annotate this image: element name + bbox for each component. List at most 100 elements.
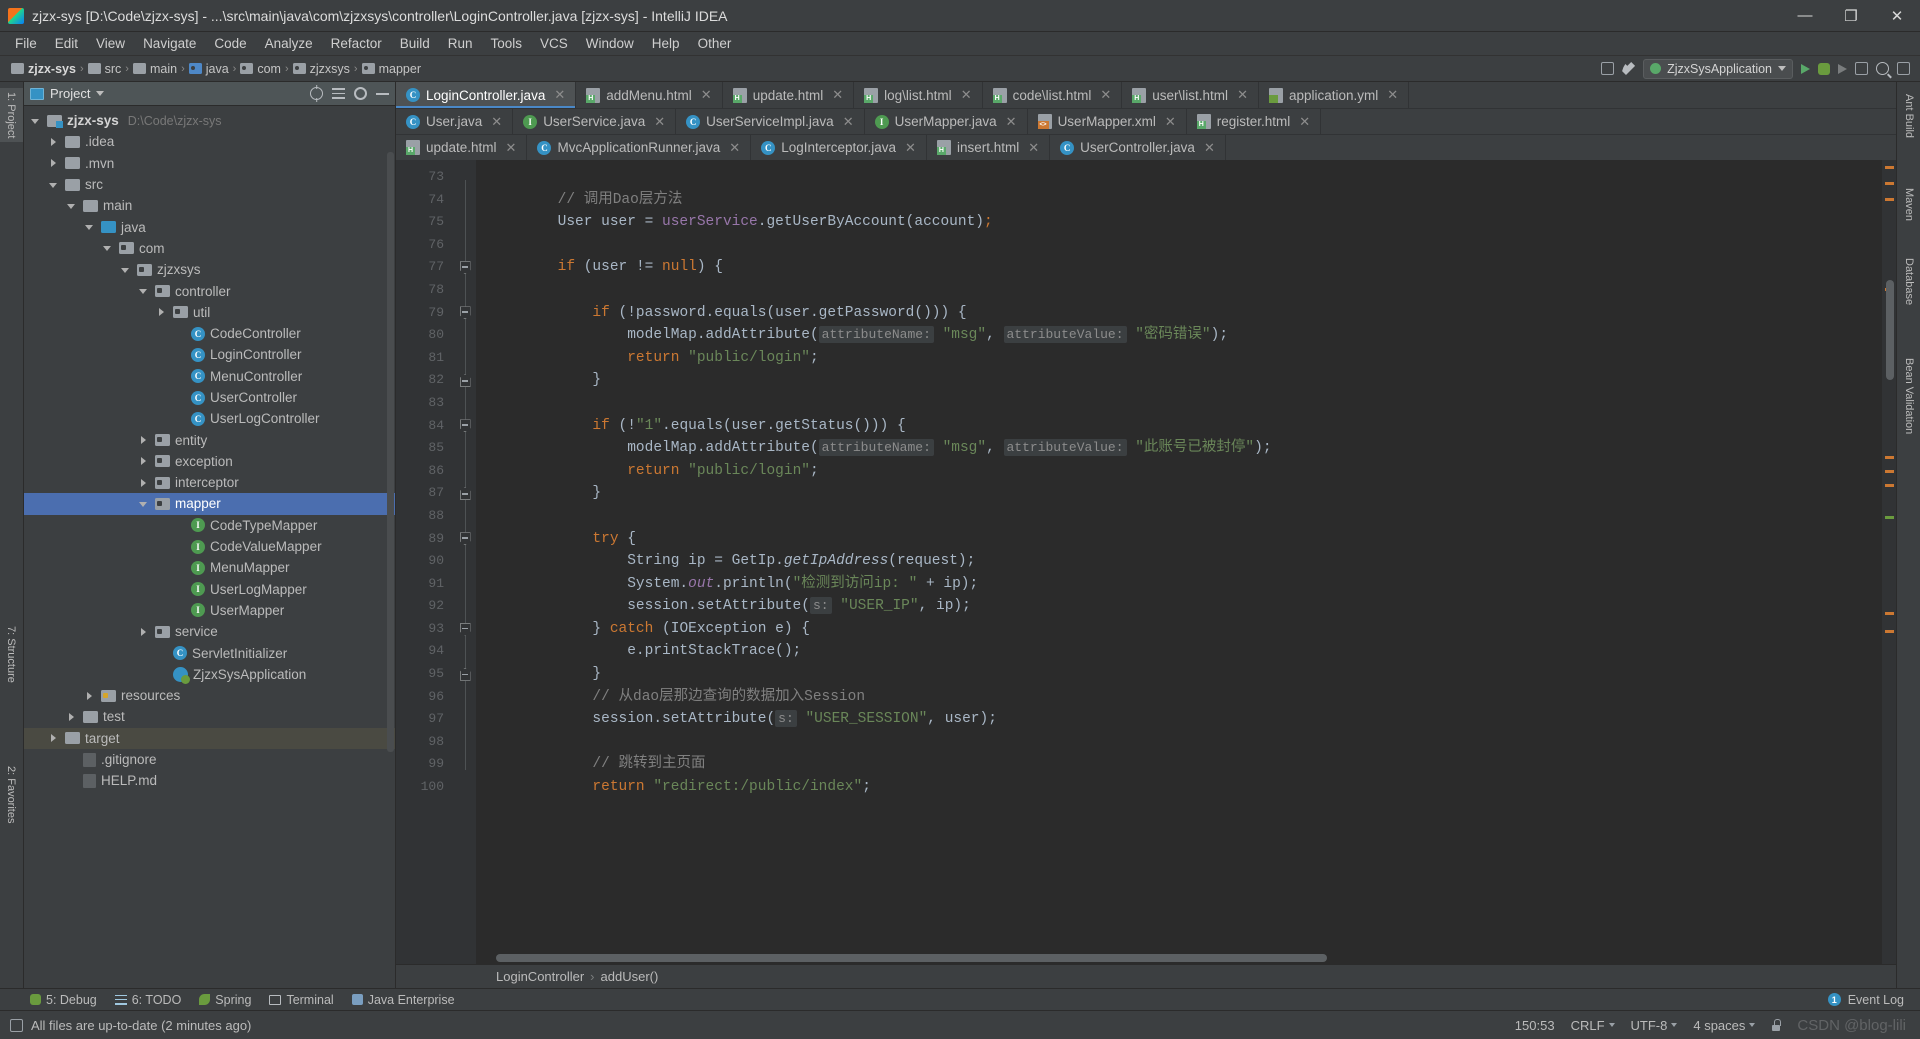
chevron-right-icon[interactable] <box>48 732 60 744</box>
tree-node-mapper[interactable]: mapper <box>24 493 395 515</box>
close-button[interactable]: ✕ <box>1874 0 1920 32</box>
chevron-down-icon[interactable] <box>138 285 150 297</box>
fold-collapse-icon[interactable] <box>460 419 471 432</box>
tool-tab-maven[interactable]: Maven <box>1897 182 1920 227</box>
menu-item-analyze[interactable]: Analyze <box>256 34 322 53</box>
tree-node-service[interactable]: service <box>24 621 395 642</box>
tree-node-usermapper[interactable]: I UserMapper <box>24 600 395 621</box>
fold-collapse-icon[interactable] <box>460 532 471 545</box>
chevron-right-icon[interactable] <box>84 690 96 702</box>
indent-setting[interactable]: 4 spaces <box>1693 1018 1756 1033</box>
chevron-right-icon[interactable] <box>138 455 150 467</box>
chevron-down-icon[interactable] <box>30 115 42 127</box>
tree-node--idea[interactable]: .idea <box>24 131 395 152</box>
close-tab-icon[interactable]: ✕ <box>729 140 740 156</box>
tree-node-test[interactable]: test <box>24 706 395 727</box>
error-stripe[interactable] <box>1882 160 1896 964</box>
tree-node-target[interactable]: target <box>24 727 395 749</box>
caret-position[interactable]: 150:53 <box>1515 1018 1555 1033</box>
tree-node-main[interactable]: main <box>24 195 395 216</box>
editor-tab-application-yml[interactable]: application.yml ✕ <box>1258 82 1410 108</box>
breadcrumb-src[interactable]: src <box>85 61 125 77</box>
project-tree-scrollbar[interactable] <box>387 152 394 752</box>
tree-node-userlogmapper[interactable]: I UserLogMapper <box>24 579 395 600</box>
tree-node-codetypemapper[interactable]: I CodeTypeMapper <box>24 515 395 536</box>
fold-end-icon[interactable] <box>460 487 471 500</box>
tree-node-help-md[interactable]: HELP.md <box>24 770 395 791</box>
fold-end-icon[interactable] <box>460 668 471 681</box>
close-tab-icon[interactable]: ✕ <box>491 114 502 130</box>
breadcrumb-method[interactable]: addUser() <box>601 969 659 984</box>
editor-tab-loginterceptor-java[interactable]: C LogInterceptor.java ✕ <box>751 135 927 160</box>
run-with-coverage-button[interactable] <box>1838 63 1847 74</box>
chevron-down-icon[interactable] <box>84 221 96 233</box>
tree-node-java[interactable]: java <box>24 216 395 237</box>
breadcrumb-mapper[interactable]: mapper <box>359 61 424 77</box>
editor-tab-log-list-html[interactable]: log\list.html ✕ <box>854 82 983 108</box>
tree-node-menucontroller[interactable]: C MenuController <box>24 366 395 387</box>
close-tab-icon[interactable]: ✕ <box>1237 87 1248 103</box>
bottom-tab-java-enterprise[interactable]: Java Enterprise <box>351 993 455 1007</box>
chevron-right-icon[interactable] <box>48 157 60 169</box>
close-tab-icon[interactable]: ✕ <box>961 87 972 103</box>
menu-item-code[interactable]: Code <box>205 34 255 53</box>
editor-tab-addmenu-html[interactable]: addMenu.html ✕ <box>576 82 723 108</box>
editor-tab-mvcapplicationrunner-java[interactable]: C MvcApplicationRunner.java ✕ <box>527 135 752 160</box>
search-icon[interactable] <box>1876 62 1889 75</box>
fold-end-icon[interactable] <box>460 374 471 387</box>
tree-node-controller[interactable]: controller <box>24 280 395 301</box>
close-tab-icon[interactable]: ✕ <box>1100 87 1111 103</box>
editor-tab-usercontroller-java[interactable]: C UserController.java ✕ <box>1050 135 1226 160</box>
tool-tab-database[interactable]: Database <box>1897 252 1920 311</box>
tree-node-util[interactable]: util <box>24 302 395 323</box>
menu-item-view[interactable]: View <box>87 34 134 53</box>
close-tab-icon[interactable]: ✕ <box>1299 114 1310 130</box>
menu-item-edit[interactable]: Edit <box>46 34 87 53</box>
menu-item-vcs[interactable]: VCS <box>531 34 577 53</box>
tree-node-codevaluemapper[interactable]: I CodeValueMapper <box>24 536 395 557</box>
close-tab-icon[interactable]: ✕ <box>1028 140 1039 156</box>
menu-item-file[interactable]: File <box>6 34 46 53</box>
breadcrumb-java[interactable]: java <box>186 61 232 77</box>
close-tab-icon[interactable]: ✕ <box>1006 114 1017 130</box>
chevron-right-icon[interactable] <box>138 434 150 446</box>
maximize-button[interactable]: ❐ <box>1828 0 1874 32</box>
editor-tab-user-list-html[interactable]: user\list.html ✕ <box>1122 82 1259 108</box>
close-tab-icon[interactable]: ✕ <box>832 87 843 103</box>
project-tree[interactable]: zjzx-sys D:\Code\zjzx-sys .idea .mvn src main… <box>24 106 395 988</box>
chevron-right-icon[interactable] <box>138 626 150 638</box>
tree-node-zjzxsysapplication[interactable]: ZjzxSysApplication <box>24 664 395 685</box>
editor-tab-insert-html[interactable]: insert.html ✕ <box>926 135 1051 160</box>
editor-tab-userservice-java[interactable]: I UserService.java ✕ <box>513 109 677 134</box>
close-tab-icon[interactable]: ✕ <box>654 114 665 130</box>
bottom-tab-6--todo[interactable]: 6: TODO <box>114 993 181 1007</box>
editor-tab-user-java[interactable]: C User.java ✕ <box>396 109 514 134</box>
close-tab-icon[interactable]: ✕ <box>554 87 565 103</box>
lock-icon[interactable] <box>1771 1019 1781 1031</box>
close-tab-icon[interactable]: ✕ <box>1204 140 1215 156</box>
fold-collapse-icon[interactable] <box>460 306 471 319</box>
tool-tab-ant-build[interactable]: Ant Build <box>1897 88 1920 144</box>
run-configuration-selector[interactable]: ZjzxSysApplication <box>1643 58 1793 79</box>
tree-node-exception[interactable]: exception <box>24 451 395 472</box>
tree-node-interceptor[interactable]: interceptor <box>24 472 395 493</box>
breadcrumb-zjzxsys[interactable]: zjzxsys <box>290 61 353 77</box>
tool-tab-favorites[interactable]: 2: Favorites <box>0 762 23 827</box>
editor-tab-logincontroller-java[interactable]: C LoginController.java ✕ <box>396 82 577 108</box>
breadcrumb-main[interactable]: main <box>130 61 180 77</box>
tool-tab-structure[interactable]: 7: Structure <box>0 622 23 687</box>
chevron-down-icon[interactable] <box>48 179 60 191</box>
tree-node-codecontroller[interactable]: C CodeController <box>24 323 395 344</box>
debug-button[interactable] <box>1818 62 1830 75</box>
chevron-down-icon[interactable] <box>102 242 114 254</box>
chevron-right-icon[interactable] <box>48 136 60 148</box>
tree-node--gitignore[interactable]: .gitignore <box>24 749 395 770</box>
run-button[interactable] <box>1801 63 1810 74</box>
tree-node-usercontroller[interactable]: C UserController <box>24 387 395 408</box>
stop-button[interactable] <box>1855 62 1868 75</box>
editor-tab-usermapper-java[interactable]: I UserMapper.java ✕ <box>864 109 1028 134</box>
editor-tab-update-html[interactable]: update.html ✕ <box>396 135 528 160</box>
tree-node-menumapper[interactable]: I MenuMapper <box>24 557 395 578</box>
settings-icon[interactable] <box>1897 62 1910 75</box>
tool-tab-project[interactable]: 1: Project <box>0 88 23 143</box>
